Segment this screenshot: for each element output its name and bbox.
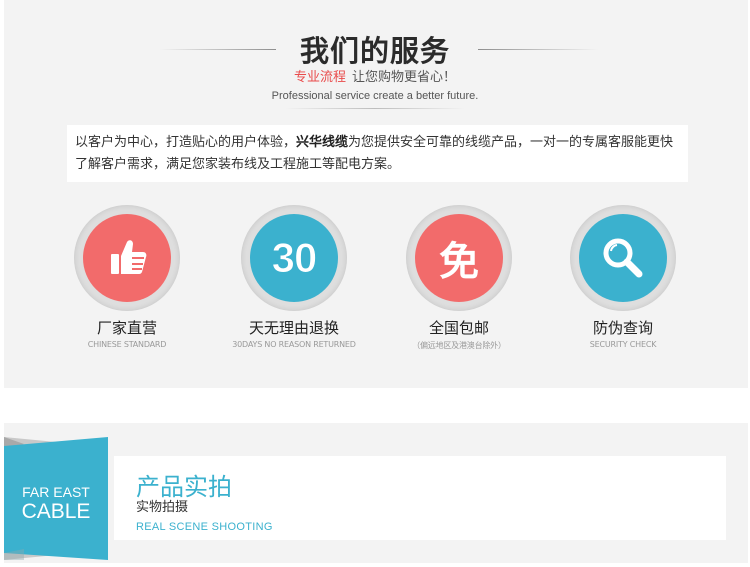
- service-icon-ring: [74, 205, 180, 311]
- service-icon-ring: 免: [406, 205, 512, 311]
- service-name: 天无理由退换: [248, 319, 339, 337]
- service-sub: SECURITY CHECK: [589, 340, 657, 349]
- services-subtitle: 专业流程 让您购物更省心！: [0, 66, 750, 85]
- service-sub: （偏远地区及港澳台除外）: [412, 341, 506, 350]
- intro-brand: 兴华线缆: [296, 135, 349, 150]
- product-subtitle: 实物拍摄: [136, 500, 189, 515]
- thirty-days-icon: 30: [250, 214, 338, 302]
- service-name: 防伪查询: [592, 319, 653, 337]
- intro-part1: 以客户为中心，打造贴心的用户体验，: [75, 135, 297, 150]
- service-item-factory-direct: 厂家直营 CHINESE STANDARD: [52, 205, 202, 349]
- free-icon: 免: [415, 214, 503, 302]
- heading-divider-right: [478, 49, 598, 50]
- service-item-30-day-return: 30 天无理由退换 30DAYS NO REASON RETURNED: [219, 205, 369, 349]
- thumbs-up-icon: [83, 214, 171, 302]
- service-icon-ring: [570, 205, 676, 311]
- intro-text: 以客户为中心，打造贴心的用户体验，兴华线缆为您提供安全可靠的线缆产品，一对一的专…: [67, 125, 688, 182]
- services-subtitle-en: Professional service create a better fut…: [271, 90, 479, 102]
- service-sub: CHINESE STANDARD: [87, 340, 167, 349]
- service-icon-ring: 30: [241, 205, 347, 311]
- product-card: 产品实拍 实物拍摄 REAL SCENE SHOOTING: [114, 456, 726, 540]
- service-name: 全国包邮: [428, 319, 489, 337]
- service-sub: 30DAYS NO REASON RETURNED: [232, 340, 356, 349]
- product-subtitle-en: REAL SCENE SHOOTING: [136, 521, 273, 533]
- subtitle-accent: 专业流程: [293, 70, 346, 85]
- subtitle-divider: [285, 108, 465, 109]
- free-text: 免: [439, 239, 479, 285]
- service-name: 厂家直营: [96, 319, 157, 337]
- thirty-days-text: 30: [271, 234, 318, 282]
- subtitle-rest: 让您购物更省心！: [352, 70, 457, 85]
- banner-line1: FAR EAST: [22, 484, 90, 500]
- services-title: 我们的服务: [299, 34, 450, 68]
- service-item-free-shipping: 免 全国包邮 （偏远地区及港澳台除外）: [384, 205, 534, 351]
- banner-line2: CABLE: [21, 500, 91, 523]
- magnifier-icon: [579, 214, 667, 302]
- services-heading: 我们的服务: [0, 28, 750, 68]
- service-item-anti-counterfeit: 防伪查询 SECURITY CHECK: [548, 205, 698, 349]
